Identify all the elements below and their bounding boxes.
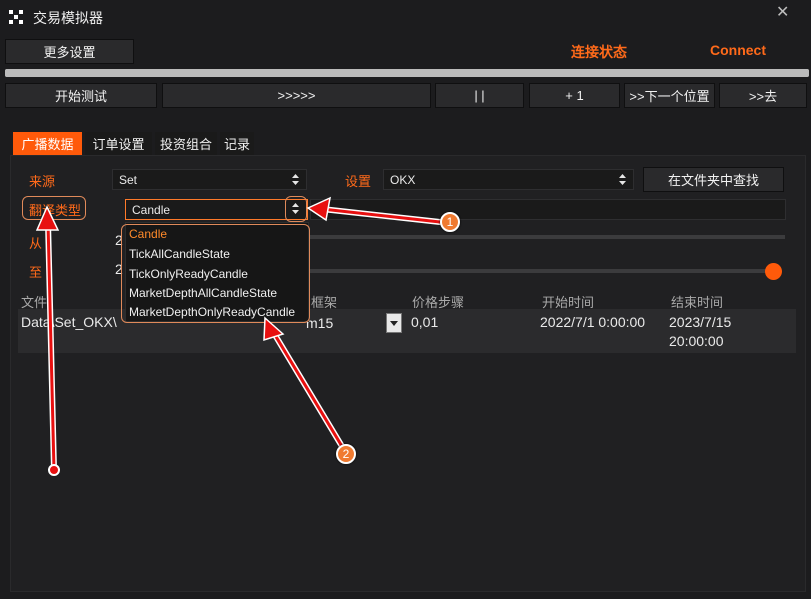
settings-value: OKX (390, 172, 416, 187)
go-button[interactable]: >>去 (719, 83, 807, 108)
broadcast-data-panel (10, 155, 806, 592)
next-position-button[interactable]: >>下一个位置 (624, 83, 715, 108)
translation-type-value: Candle (132, 202, 171, 217)
tab-order-settings[interactable]: 订单设置 (85, 132, 152, 155)
updown-arrows-icon (619, 174, 626, 185)
pause-button[interactable]: | | (435, 83, 524, 108)
source-value: Set (119, 172, 138, 187)
translation-type-extra-field (310, 199, 786, 220)
start-test-button[interactable]: 开始测试 (5, 83, 157, 108)
settings-select[interactable]: OKX (383, 169, 634, 190)
updown-arrows-icon[interactable] (291, 202, 300, 215)
from-label: 从 (29, 236, 43, 251)
progress-bar (5, 69, 809, 77)
row-timeframe: m15 (306, 315, 334, 331)
source-select[interactable]: Set (112, 169, 307, 190)
connect-button[interactable]: Connect (710, 42, 766, 58)
find-in-folder-button[interactable]: 在文件夹中查找 (643, 167, 784, 192)
updown-arrows-icon (292, 174, 299, 185)
app-logo-icon (9, 10, 23, 24)
plus-one-button[interactable]: + 1 (529, 83, 620, 108)
translation-type-select[interactable]: Candle (125, 199, 308, 220)
to-label: 至 (29, 265, 43, 280)
row-start-time: 2022/7/1 0:00:00 (540, 314, 646, 330)
tab-log[interactable]: 记录 (220, 132, 254, 155)
more-settings-button[interactable]: 更多设置 (5, 39, 134, 64)
tab-portfolio[interactable]: 投资组合 (155, 132, 217, 155)
window-title: 交易模拟器 (33, 10, 103, 26)
connection-status-label: 连接状态 (571, 44, 627, 60)
dropdown-highlight-box (121, 224, 310, 323)
progress-fill (5, 69, 809, 77)
source-label: 来源 (29, 174, 56, 189)
row-end-time-date: 2023/7/15 (669, 314, 732, 330)
settings-label: 设置 (345, 174, 372, 189)
annotation-badge-1: 1 (440, 212, 460, 232)
row-price-step: 0,01 (411, 314, 439, 330)
row-end-time-clock: 20:00:00 (669, 333, 724, 349)
title-bar (0, 0, 811, 34)
dropdown-arrow-highlight (285, 196, 307, 222)
annotation-badge-2: 2 (336, 444, 356, 464)
timeframe-dropdown-icon[interactable] (386, 313, 402, 333)
tab-broadcast-data[interactable]: 广播数据 (13, 132, 82, 155)
fast-forward-button[interactable]: >>>>> (162, 83, 431, 108)
row-file: Data\Set_OKX\ (21, 314, 117, 330)
to-slider-handle[interactable] (765, 263, 782, 280)
translation-type-label: 翻译类型 (29, 203, 82, 218)
close-icon[interactable]: ✕ (776, 2, 789, 22)
